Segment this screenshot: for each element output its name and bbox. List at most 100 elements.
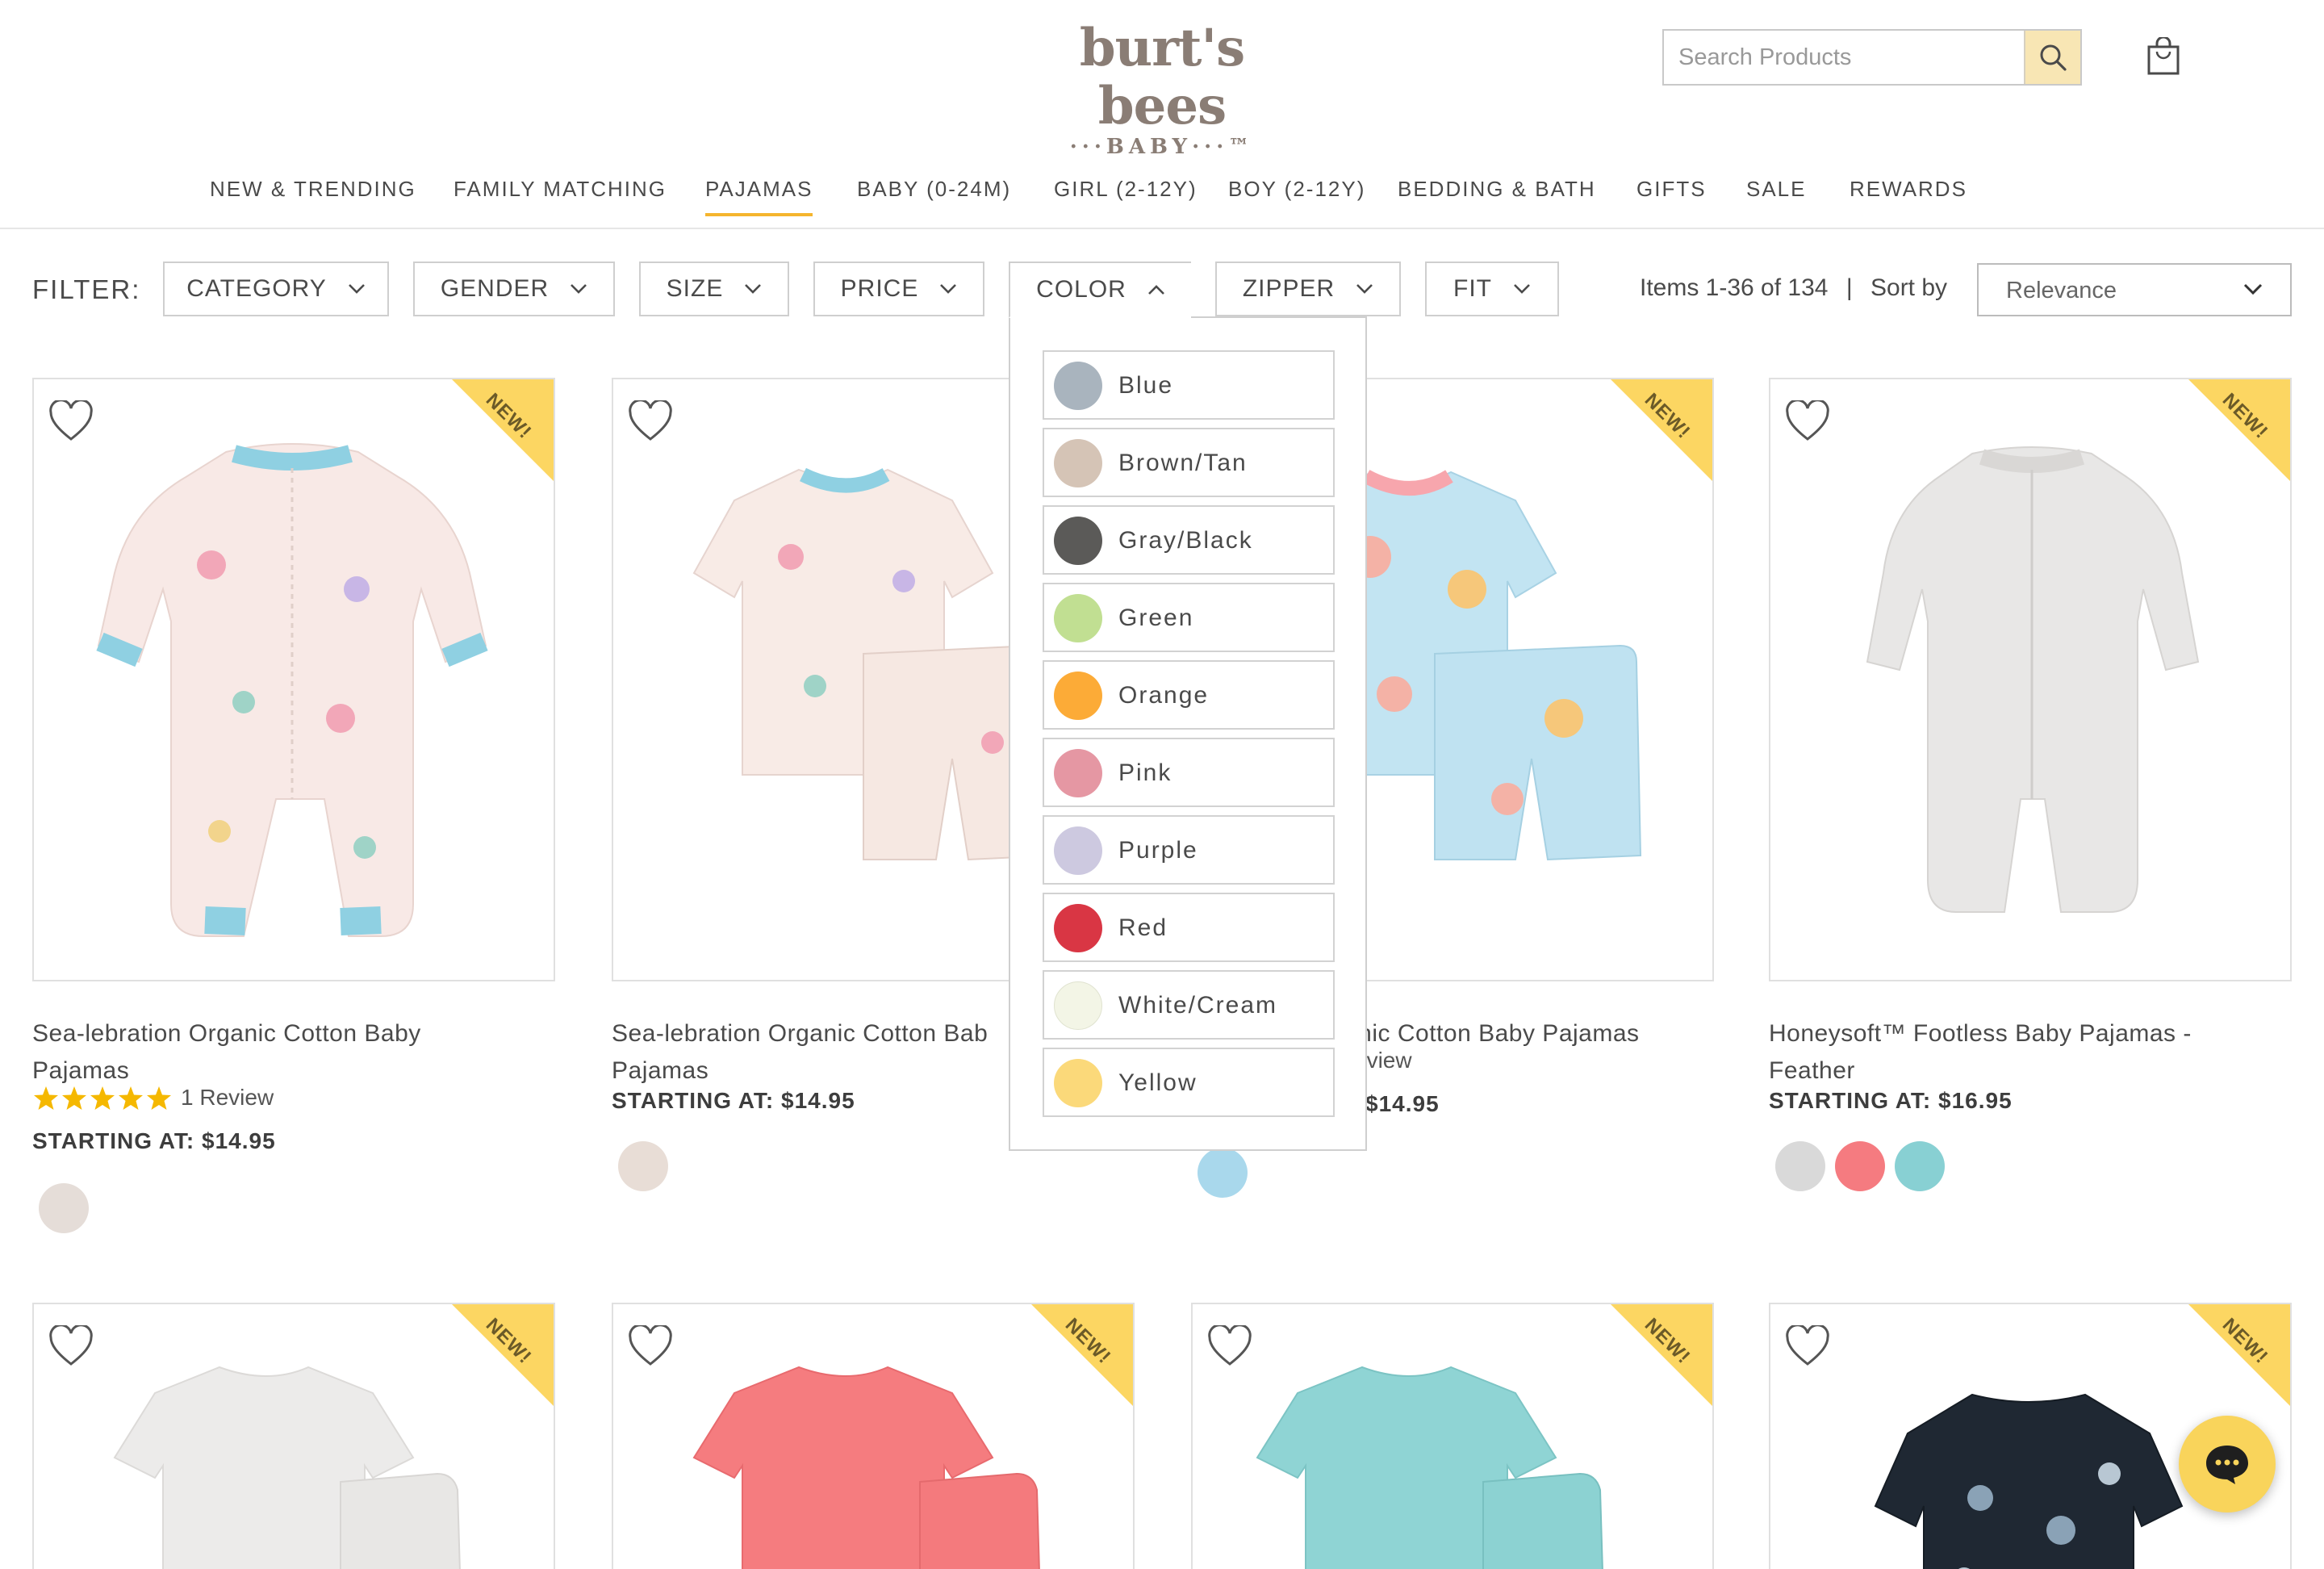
heart-icon[interactable] — [628, 400, 673, 442]
filter-fit-button[interactable]: FIT — [1425, 262, 1559, 316]
new-badge: NEW! — [452, 1304, 554, 1406]
search-box — [1662, 29, 2082, 86]
product-image[interactable]: NEW! — [1191, 1303, 1714, 1569]
chevron-down-icon — [1356, 284, 1373, 294]
product-name[interactable]: Honeysoft™ Footless Baby Pajamas - Feath… — [1769, 1015, 2285, 1090]
filter-size-button[interactable]: SIZE — [639, 262, 789, 316]
filter-category-button[interactable]: CATEGORY — [163, 262, 389, 316]
color-swatch[interactable] — [1895, 1141, 1945, 1191]
stars-icon — [34, 1086, 171, 1110]
color-dot — [1054, 439, 1102, 487]
heart-icon[interactable] — [48, 1325, 94, 1367]
color-swatch[interactable] — [1775, 1141, 1825, 1191]
color-option-brown-tan[interactable]: Brown/Tan — [1043, 428, 1335, 497]
search-button[interactable] — [2024, 31, 2080, 84]
product-price: STARTING AT: $16.95 — [1769, 1088, 2013, 1113]
search-icon — [2040, 44, 2067, 71]
color-option-green[interactable]: Green — [1043, 583, 1335, 652]
filter-price-button[interactable]: PRICE — [813, 262, 984, 316]
nav-pajamas[interactable]: PAJAMAS — [705, 171, 813, 216]
chat-icon — [2206, 1446, 2248, 1484]
product-card[interactable]: NEW! Honeysoft™ Footless Baby Pajamas - … — [1769, 378, 2292, 1191]
color-dot — [1054, 981, 1102, 1030]
chevron-down-icon — [940, 284, 957, 294]
product-card[interactable]: NEW! — [612, 1303, 1135, 1569]
product-card[interactable]: NEW! Sea-lebration Organic Cotton Baby P… — [32, 378, 555, 1266]
nav-sale[interactable]: SALE — [1746, 171, 1807, 207]
brand-sub: ···BABY···™ — [1069, 135, 1255, 159]
color-dot — [1054, 362, 1102, 410]
chat-button[interactable] — [2179, 1416, 2276, 1513]
nav-girl[interactable]: GIRL (2-12Y) — [1054, 171, 1198, 207]
chevron-up-icon — [1147, 285, 1164, 295]
filter-label: FILTER: — [32, 274, 141, 304]
color-option-orange[interactable]: Orange — [1043, 660, 1335, 730]
heart-icon[interactable] — [1207, 1325, 1252, 1367]
items-count: Items 1-36 of 134 | — [1640, 274, 1853, 302]
product-name[interactable]: Sea-lebration Organic Cotton Baby Pajama… — [32, 1015, 549, 1090]
new-badge: NEW! — [2188, 379, 2290, 481]
filter-category-label: CATEGORY — [186, 275, 327, 302]
color-dot — [1054, 672, 1102, 720]
color-name: Yellow — [1118, 1069, 1198, 1096]
color-swatch[interactable] — [1198, 1148, 1248, 1198]
color-name: Pink — [1118, 759, 1172, 786]
chevron-down-icon — [571, 284, 587, 294]
filter-zipper-button[interactable]: ZIPPER — [1215, 262, 1401, 316]
search-input[interactable] — [1664, 31, 2025, 84]
brand-name: burt's bees — [1079, 18, 1245, 136]
new-badge: NEW! — [2188, 1304, 2290, 1406]
star-rating — [32, 1085, 173, 1116]
color-swatch[interactable] — [1835, 1141, 1885, 1191]
product-name-line1: Sea-lebration Organic Cotton Baby — [32, 1020, 421, 1047]
product-card[interactable]: NEW! — [1191, 1303, 1714, 1569]
nav-boy[interactable]: BOY (2-12Y) — [1228, 171, 1365, 207]
product-image[interactable]: NEW! — [612, 1303, 1135, 1569]
color-option-yellow[interactable]: Yellow — [1043, 1048, 1335, 1117]
color-filter-dropdown: Blue Brown/Tan Gray/Black Green Orange P… — [1009, 316, 1367, 1151]
chevron-down-icon — [1514, 284, 1530, 294]
color-option-pink[interactable]: Pink — [1043, 738, 1335, 807]
brand-logo[interactable]: burt's bees ···BABY···™ — [1025, 18, 1299, 159]
color-name: White/Cream — [1118, 992, 1278, 1019]
heart-icon[interactable] — [1785, 1325, 1830, 1367]
product-image[interactable]: NEW! — [32, 378, 555, 981]
chevron-down-icon — [348, 284, 365, 294]
product-image[interactable]: NEW! — [32, 1303, 555, 1569]
color-option-blue[interactable]: Blue — [1043, 350, 1335, 420]
color-option-purple[interactable]: Purple — [1043, 815, 1335, 885]
product-card[interactable]: NEW! — [32, 1303, 555, 1569]
color-name: Green — [1118, 605, 1194, 631]
filter-fit-label: FIT — [1453, 275, 1492, 302]
color-swatch[interactable] — [39, 1183, 89, 1233]
heart-icon[interactable] — [628, 1325, 673, 1367]
color-dot — [1054, 594, 1102, 642]
color-name: Orange — [1118, 682, 1210, 709]
color-dot — [1054, 1059, 1102, 1107]
nav-family-matching[interactable]: FAMILY MATCHING — [454, 171, 667, 207]
product-image[interactable]: NEW! — [1769, 378, 2292, 981]
nav-new-trending[interactable]: NEW & TRENDING — [210, 171, 416, 207]
filter-color-button[interactable]: COLOR — [1009, 262, 1191, 318]
nav-gifts[interactable]: GIFTS — [1636, 171, 1707, 207]
filter-gender-label: GENDER — [440, 275, 550, 302]
main-nav: NEW & TRENDING FAMILY MATCHING PAJAMAS B… — [0, 171, 2324, 220]
color-option-red[interactable]: Red — [1043, 893, 1335, 962]
heart-icon[interactable] — [48, 400, 94, 442]
shopping-bag-icon[interactable] — [2146, 37, 2180, 76]
chevron-down-icon — [2243, 283, 2263, 295]
color-name: Blue — [1118, 372, 1174, 399]
color-option-white-cream[interactable]: White/Cream — [1043, 970, 1335, 1040]
nav-rewards[interactable]: REWARDS — [1850, 171, 1967, 207]
nav-baby[interactable]: BABY (0-24M) — [857, 171, 1011, 207]
filter-size-label: SIZE — [666, 275, 724, 302]
filter-gender-button[interactable]: GENDER — [413, 262, 615, 316]
heart-icon[interactable] — [1785, 400, 1830, 442]
sort-select[interactable]: Relevance — [1977, 263, 2292, 316]
color-option-gray-black[interactable]: Gray/Black — [1043, 505, 1335, 575]
color-swatch[interactable] — [618, 1141, 668, 1191]
sort-label: Sort by — [1870, 274, 1948, 301]
review-link[interactable]: 1 Review — [181, 1085, 274, 1111]
nav-bedding-bath[interactable]: BEDDING & BATH — [1398, 171, 1596, 207]
items-count-text: Items 1-36 of 134 — [1640, 274, 1829, 301]
